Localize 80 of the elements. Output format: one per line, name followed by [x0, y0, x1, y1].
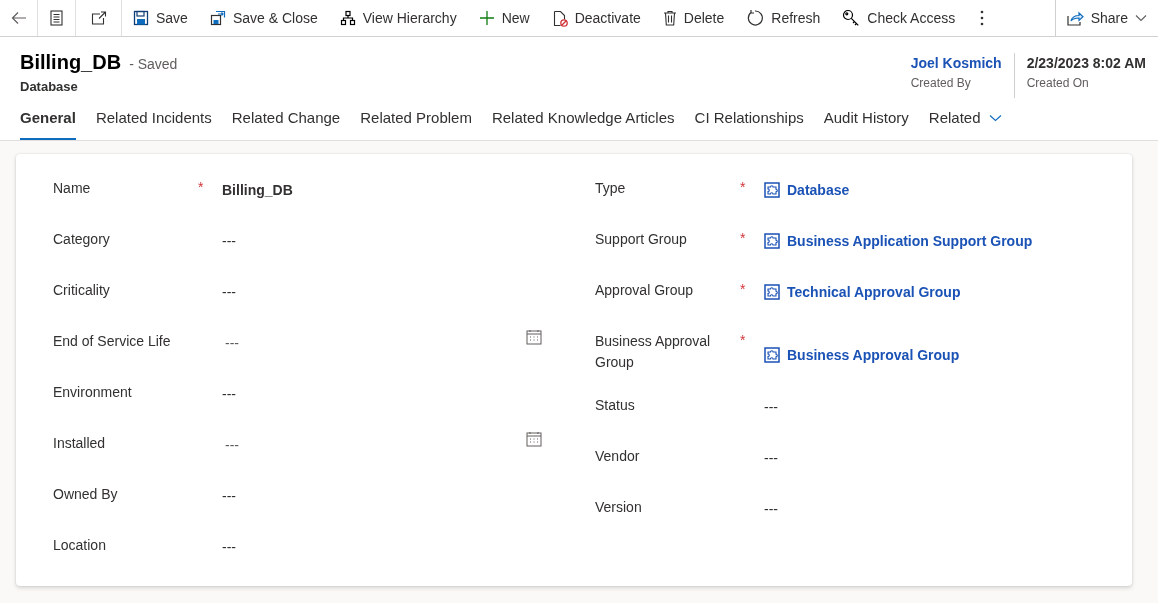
tab[interactable]: Related Change: [221, 98, 351, 140]
calendar-icon[interactable]: [526, 328, 542, 345]
puzzle-icon: [764, 284, 780, 300]
toolbar-button[interactable]: New: [467, 0, 541, 36]
field-value[interactable]: ---: [764, 396, 778, 418]
back-arrow-icon: [10, 11, 27, 25]
tab[interactable]: Related Problem: [350, 98, 482, 140]
chevron-down-icon: [1135, 14, 1147, 22]
required-asterisk: *: [740, 280, 746, 297]
required-asterisk: *: [740, 229, 746, 246]
field-label: Created On: [1026, 75, 1090, 92]
tab[interactable]: Audit History: [813, 98, 919, 140]
field-value[interactable]: ---: [222, 536, 236, 558]
field-label: End of Service Life: [53, 331, 172, 351]
lookup-link[interactable]: Business Approval Group: [764, 344, 960, 366]
document-icon: [50, 10, 63, 26]
toolbar-button[interactable]: Check Access: [831, 0, 967, 36]
save-icon: [133, 10, 149, 26]
record-title: Billing_DB: [20, 50, 122, 75]
field-label: Location: [53, 535, 107, 555]
toolbar-button[interactable]: Save: [122, 0, 199, 36]
calendar-icon[interactable]: [526, 430, 542, 447]
pop-out-icon: [90, 11, 107, 25]
field-value[interactable]: Billing_DB: [222, 179, 293, 201]
field-label: Business Approval Group: [595, 331, 712, 372]
toolbar-button[interactable]: Deactivate: [540, 0, 652, 36]
field-label: Name: [53, 178, 92, 198]
required-asterisk: *: [740, 178, 746, 195]
lookup-link[interactable]: Database: [764, 179, 850, 201]
field-label: Criticality: [53, 280, 111, 300]
required-asterisk: *: [198, 178, 204, 195]
field-value[interactable]: ---: [222, 485, 236, 507]
field-value[interactable]: ---: [764, 447, 778, 469]
puzzle-icon: [764, 233, 780, 249]
key-icon: [842, 9, 861, 27]
field-label: Environment: [53, 382, 133, 402]
field-value[interactable]: ---: [222, 230, 236, 252]
field-label: Version: [595, 497, 643, 517]
created-by-link[interactable]: Joel Kosmich: [910, 53, 1002, 74]
plus-icon: [478, 10, 495, 26]
puzzle-icon: [764, 182, 780, 198]
field-label: Category: [53, 229, 111, 249]
share-icon: [1066, 10, 1084, 26]
more-vertical-icon: [980, 10, 985, 26]
chevron-down-icon: [988, 114, 1002, 123]
tab[interactable]: General: [10, 98, 86, 140]
field-value[interactable]: ---: [222, 434, 239, 456]
toolbar-button[interactable]: Refresh: [735, 0, 832, 36]
field-label: Type: [595, 178, 627, 198]
field-label: Installed: [53, 433, 107, 453]
lookup-link[interactable]: Technical Approval Group: [764, 281, 961, 303]
refresh-icon: [746, 9, 765, 27]
toolbar-button[interactable]: View Hierarchy: [328, 0, 468, 36]
field-label: Support Group: [595, 229, 688, 249]
hierarchy-icon: [339, 10, 356, 26]
field-value[interactable]: ---: [222, 383, 236, 405]
created-on-value: 2/23/2023 8:02 AM: [1026, 54, 1146, 73]
toolbar-button[interactable]: Delete: [651, 0, 736, 36]
field-value[interactable]: ---: [222, 281, 236, 303]
field-label: Owned By: [53, 484, 119, 504]
tab[interactable]: Related Incidents: [85, 98, 222, 140]
lookup-link[interactable]: Business Application Support Group: [764, 230, 1033, 252]
save-close-icon: [209, 10, 226, 26]
field-value[interactable]: ---: [222, 332, 239, 354]
trash-icon: [662, 10, 677, 26]
tab[interactable]: Related Knowledge Articles: [481, 98, 685, 140]
field-label: Status: [595, 395, 636, 415]
field-label: Approval Group: [595, 280, 695, 300]
share-button[interactable]: Share: [1055, 0, 1158, 36]
puzzle-icon: [764, 347, 780, 363]
field-label: Created By: [910, 75, 972, 92]
tab[interactable]: CI Relationships: [684, 98, 814, 140]
toolbar-button[interactable]: Save & Close: [198, 0, 329, 36]
field-value[interactable]: ---: [764, 498, 778, 520]
tab[interactable]: Related: [918, 98, 1012, 140]
entity-name: Database: [20, 78, 79, 96]
field-label: Vendor: [595, 446, 641, 466]
save-status: - Saved: [129, 55, 178, 74]
required-asterisk: *: [740, 331, 746, 348]
deactivate-icon: [551, 9, 568, 27]
